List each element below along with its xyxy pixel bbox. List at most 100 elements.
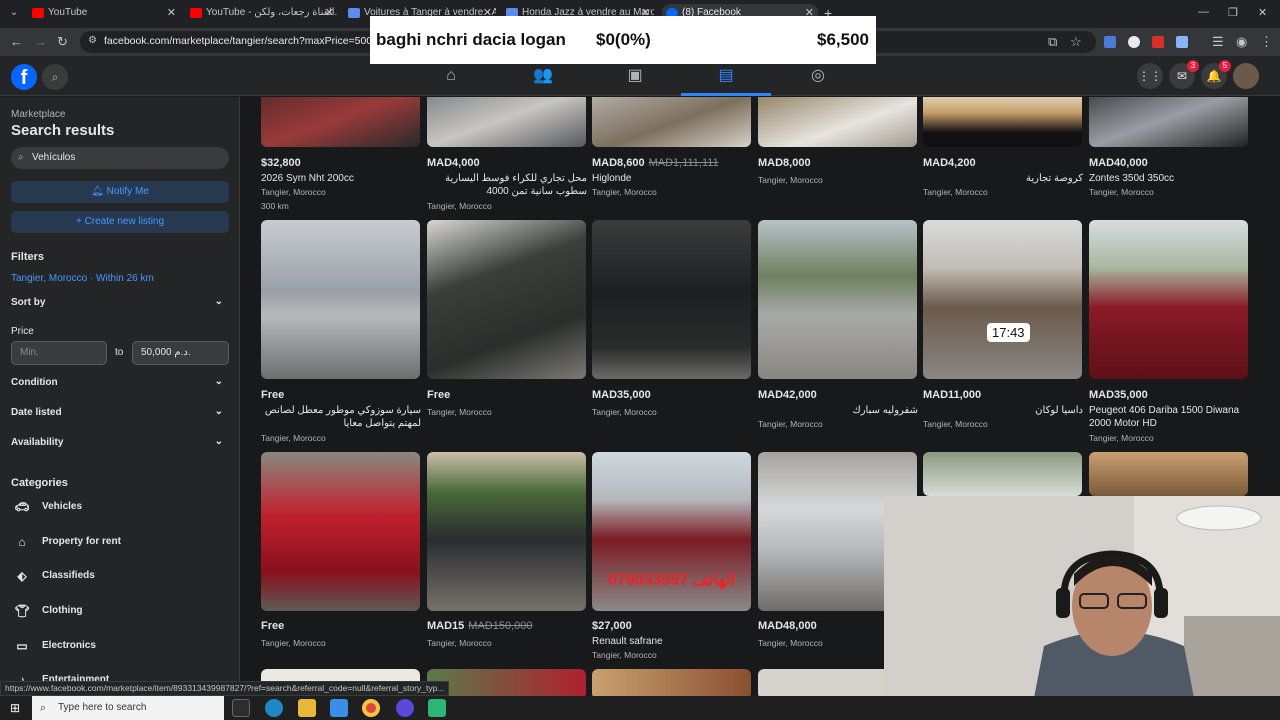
- messenger-icon[interactable]: ✉ 3: [1169, 60, 1199, 89]
- listing-location: Tangier, Morocco: [758, 419, 823, 429]
- reload-icon[interactable]: ↻: [57, 34, 68, 50]
- create-listing-button[interactable]: + Create new listing: [11, 211, 229, 233]
- listing-photo[interactable]: 070033597 الهاتف: [592, 452, 751, 611]
- laptop-icon: ▭: [16, 639, 28, 653]
- price-value: MAD8,000: [758, 157, 811, 169]
- translate-extension-icon[interactable]: [1104, 36, 1116, 48]
- listing-price: MAD42,000: [758, 389, 817, 401]
- address-bar[interactable]: ⚙ facebook.com/marketplace/tangier/searc…: [80, 31, 397, 53]
- category-label: Electronics: [42, 640, 96, 651]
- listing-photo[interactable]: [261, 452, 420, 611]
- search-icon[interactable]: ⌕: [42, 64, 68, 90]
- tab-label: YouTube - القناة رجعات، ولكن...: [206, 7, 338, 18]
- section-label[interactable]: Marketplace: [11, 109, 65, 120]
- taskbar-search-input[interactable]: ⌕ Type here to search: [32, 696, 224, 720]
- listing-photo[interactable]: [923, 452, 1082, 496]
- category-electronics[interactable]: ▭ Electronics: [11, 635, 231, 657]
- restore-icon[interactable]: ❐: [1228, 6, 1238, 19]
- install-icon[interactable]: ⧉: [1048, 34, 1057, 50]
- condition-dropdown[interactable]: Condition ⌄: [11, 376, 223, 388]
- listing-location: Tangier, Morocco: [1089, 187, 1154, 197]
- webcam-overlay: [884, 496, 1280, 698]
- category-classifieds[interactable]: ⬖ Classifieds: [11, 565, 231, 587]
- tab-list-icon[interactable]: ☰: [1212, 34, 1224, 50]
- file-explorer-icon[interactable]: [298, 699, 316, 717]
- profile-icon[interactable]: ◉: [1236, 34, 1247, 50]
- page-title: Search results: [11, 122, 115, 139]
- forward-icon[interactable]: →: [34, 34, 47, 49]
- listing-photo[interactable]: [758, 220, 917, 379]
- menu-kebab-icon[interactable]: ⋮: [1260, 34, 1273, 50]
- bookmark-star-icon[interactable]: ☆: [1070, 34, 1082, 50]
- price-value: MAD15: [427, 620, 465, 632]
- chrome-icon[interactable]: [362, 699, 380, 717]
- listing-photo[interactable]: [758, 97, 917, 147]
- listing-photo[interactable]: [592, 669, 751, 698]
- listing-photo[interactable]: [261, 220, 420, 379]
- store-icon[interactable]: [330, 699, 348, 717]
- facebook-logo[interactable]: f: [11, 64, 37, 90]
- address-bar-end[interactable]: ⧉ ☆: [876, 31, 1096, 53]
- price-value: MAD8,600: [592, 157, 645, 169]
- overlay-query: baghi nchri dacia logan: [376, 30, 566, 49]
- category-vehicles[interactable]: 🚗︎ Vehicles: [11, 496, 231, 518]
- availability-dropdown[interactable]: Availability ⌄: [11, 436, 223, 448]
- listing-photo[interactable]: [1089, 220, 1248, 379]
- webcam-feed-image: [884, 496, 1280, 698]
- listing-price: MAD8,000: [758, 157, 811, 169]
- image-phone-text: 070033597 الهاتف: [607, 572, 736, 589]
- create-label: Create new listing: [84, 216, 165, 227]
- listing-price: MAD48,000: [758, 620, 817, 632]
- listing-title: سيارة سوزوكي موطور معطل لصانص لمهتم يتوا…: [264, 405, 421, 429]
- category-clothing[interactable]: 👕︎ Clothing: [11, 600, 231, 622]
- browser-tab-youtube-2[interactable]: YouTube - القناة رجعات، ولكن... ✕: [186, 4, 338, 26]
- listing-photo[interactable]: [592, 220, 751, 379]
- close-tab-icon[interactable]: ✕: [167, 4, 176, 22]
- extension-icon[interactable]: [1128, 36, 1140, 48]
- apps-menu-icon[interactable]: ⋮⋮: [1137, 63, 1163, 89]
- date-listed-dropdown[interactable]: Date listed ⌄: [11, 406, 223, 418]
- location-filter[interactable]: Tangier, Morocco · Within 26 km: [11, 273, 154, 284]
- app-icon[interactable]: [428, 699, 446, 717]
- notifications-bell-icon[interactable]: 🔔 5: [1201, 60, 1231, 89]
- notify-me-button[interactable]: 🔔︎ Notify Me: [11, 181, 229, 203]
- tab-search-icon[interactable]: ⌄: [6, 5, 22, 21]
- listing-photo[interactable]: [923, 97, 1082, 147]
- listing-location: Tangier, Morocco: [592, 187, 657, 197]
- close-tab-icon[interactable]: ✕: [325, 4, 334, 22]
- close-window-icon[interactable]: ✕: [1258, 6, 1267, 19]
- listing-photo[interactable]: [427, 669, 586, 698]
- listing-photo[interactable]: [427, 452, 586, 611]
- obs-icon[interactable]: [396, 699, 414, 717]
- avatar[interactable]: [1233, 63, 1259, 89]
- pdf-extension-icon[interactable]: [1152, 36, 1164, 48]
- browser-tab-youtube[interactable]: YouTube ✕: [28, 4, 180, 26]
- listing-photo[interactable]: [1089, 452, 1248, 496]
- back-icon[interactable]: ←: [10, 34, 23, 49]
- category-property-for-rent[interactable]: ⌂ Property for rent: [11, 531, 231, 553]
- listing-photo[interactable]: [261, 97, 420, 147]
- listing-photo[interactable]: [1089, 97, 1248, 147]
- taskbar-search-placeholder: Type here to search: [58, 702, 147, 713]
- price-max-input[interactable]: 50,000 د.م.: [132, 341, 229, 365]
- listing-photo[interactable]: [427, 97, 586, 147]
- site-info-icon[interactable]: ⚙: [88, 35, 97, 46]
- listing-location: Tangier, Morocco: [923, 187, 988, 197]
- edge-icon[interactable]: [265, 699, 283, 717]
- marketplace-search-input[interactable]: ⌕ Vehículos: [11, 147, 229, 169]
- puzzle-extension-icon[interactable]: [1176, 36, 1188, 48]
- listing-photo[interactable]: [592, 97, 751, 147]
- sort-by-dropdown[interactable]: Sort by ⌄: [11, 296, 223, 308]
- task-view-icon[interactable]: [232, 699, 250, 717]
- listing-title: Renault safrane: [592, 636, 663, 647]
- price-value: MAD35,000: [1089, 389, 1148, 401]
- windows-start-icon[interactable]: ⊞: [10, 701, 20, 715]
- categories-heading: Categories: [11, 477, 68, 489]
- listing-photo[interactable]: [427, 220, 586, 379]
- listing-photo[interactable]: 17:43: [923, 220, 1082, 379]
- price-min-input[interactable]: Min.: [11, 341, 107, 365]
- price-value: MAD4,000: [427, 157, 480, 169]
- price-value: MAD4,200: [923, 157, 976, 169]
- listing-price: Free: [261, 620, 284, 632]
- minimize-icon[interactable]: —: [1198, 6, 1209, 18]
